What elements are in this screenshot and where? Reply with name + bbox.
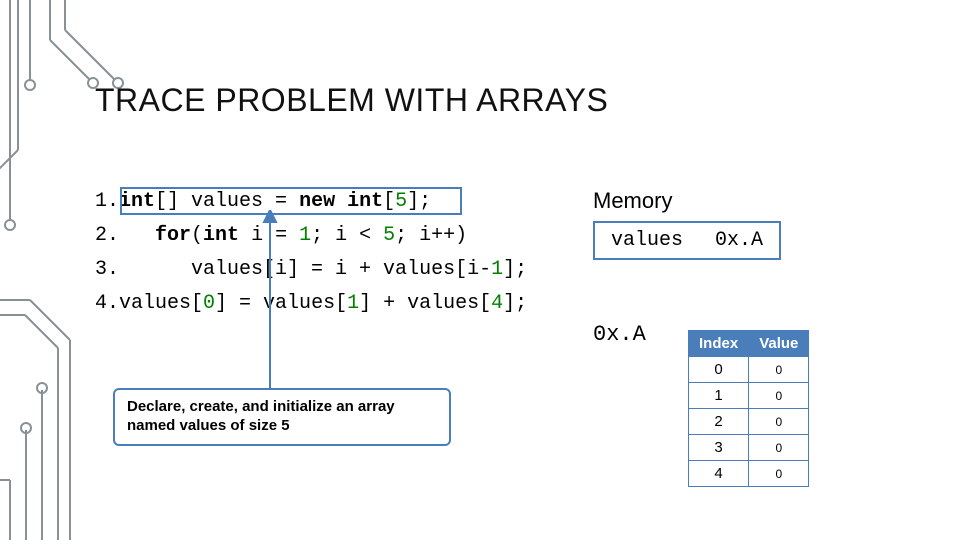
cell-index: 1 (689, 383, 749, 409)
memory-varvalue: 0x.A (699, 227, 779, 254)
cell-value: 0 (749, 357, 809, 383)
memory-address-label: 0x.A (593, 322, 646, 347)
code-text: ( (191, 224, 203, 247)
line-num-4: 4. (95, 292, 119, 315)
cell-index: 3 (689, 435, 749, 461)
cell-value: 0 (749, 383, 809, 409)
table-header-index: Index (689, 331, 749, 357)
code-text: int (203, 224, 239, 247)
cell-value: 0 (749, 461, 809, 487)
code-text: values[i] = i + values[i- (119, 258, 491, 281)
memory-varname: values (595, 227, 699, 254)
code-text: 1 (347, 292, 359, 315)
table-row: 10 (689, 383, 809, 409)
line-num-1: 1. (95, 190, 119, 213)
page-title: TRACE PROBLEM WITH ARRAYS (95, 82, 608, 119)
arrow-icon (260, 210, 280, 390)
code-text: ; i++) (395, 224, 467, 247)
highlight-box (120, 187, 462, 215)
code-text: 4 (491, 292, 503, 315)
array-table: Index Value 00 10 20 30 40 (688, 330, 809, 487)
code-text: for (119, 224, 191, 247)
code-text: ]; (503, 258, 527, 281)
table-header-value: Value (749, 331, 809, 357)
cell-index: 2 (689, 409, 749, 435)
cell-value: 0 (749, 435, 809, 461)
table-row: 20 (689, 409, 809, 435)
code-text: ] + values[ (359, 292, 491, 315)
code-text: ]; (503, 292, 527, 315)
cell-value: 0 (749, 409, 809, 435)
table-row: 30 (689, 435, 809, 461)
code-text: 1 (299, 224, 311, 247)
line-num-3: 3. (95, 258, 119, 281)
cell-index: 4 (689, 461, 749, 487)
memory-row: values 0x.A (593, 221, 781, 260)
cell-index: 0 (689, 357, 749, 383)
code-text: 1 (491, 258, 503, 281)
code-text: values[ (119, 292, 203, 315)
code-text: ; i < (311, 224, 383, 247)
callout-box: Declare, create, and initialize an array… (113, 388, 451, 446)
memory-heading: Memory (593, 188, 672, 214)
code-text: 0 (203, 292, 215, 315)
line-num-2: 2. (95, 224, 119, 247)
code-text: 5 (383, 224, 395, 247)
table-row: 40 (689, 461, 809, 487)
code-text: ] = values[ (215, 292, 347, 315)
table-row: 00 (689, 357, 809, 383)
